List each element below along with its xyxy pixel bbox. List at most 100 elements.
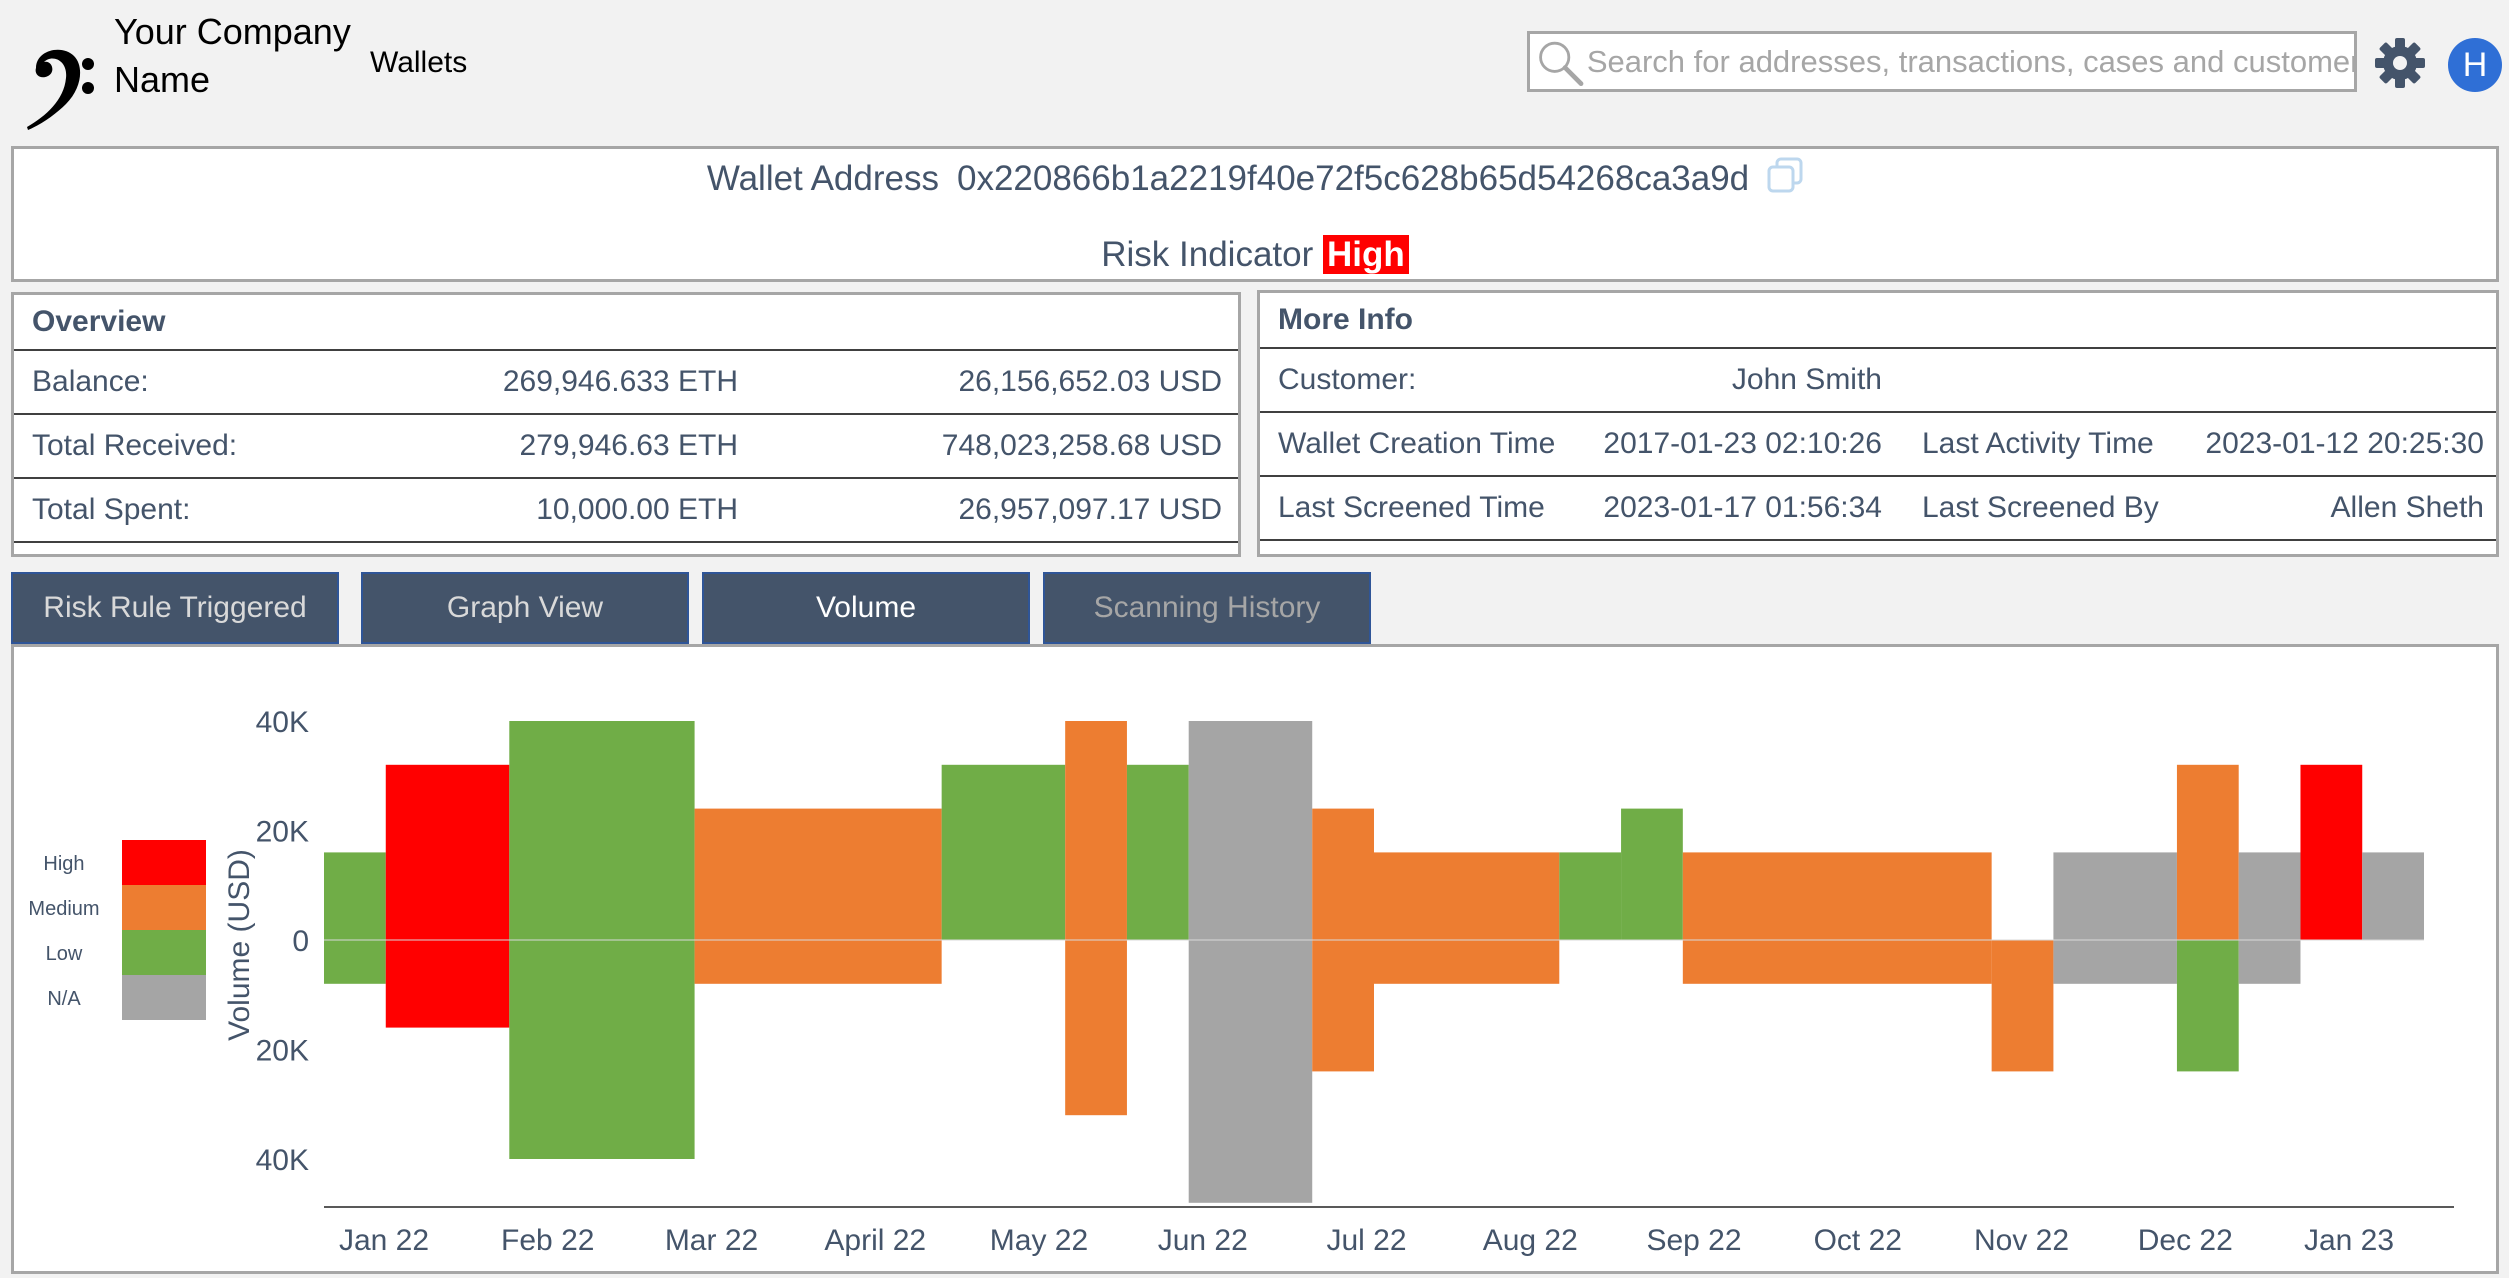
search-input[interactable]: Search for addresses, transactions, case… <box>1587 44 2354 80</box>
legend-swatch <box>122 975 206 1020</box>
search-box[interactable]: Search for addresses, transactions, case… <box>1527 31 2357 92</box>
bar-spent <box>2053 940 2177 984</box>
bar-received <box>2053 852 2177 940</box>
tab-volume[interactable]: Volume <box>702 572 1030 644</box>
legend-swatch <box>122 930 206 975</box>
bar-spent <box>1065 940 1127 1116</box>
gear-icon[interactable] <box>2373 36 2427 90</box>
bar-received <box>1065 721 1127 940</box>
tab-scanning-history[interactable]: Scanning History <box>1043 572 1371 644</box>
risk-indicator-line: Risk Indicator High <box>14 235 2496 275</box>
x-tick-label: May 22 <box>990 1224 1088 1257</box>
customer-label: Customer: <box>1278 363 1417 396</box>
y-tick-label: 0 <box>292 925 309 958</box>
bar-received <box>1312 808 1374 940</box>
bar-received <box>1374 852 1560 940</box>
bar-received <box>694 808 942 940</box>
bar-received <box>385 764 510 940</box>
bar-spent <box>1312 940 1374 1072</box>
table-row: Balance: 269,946.633 ETH 26,156,652.03 U… <box>14 351 1238 415</box>
tab-graph-view[interactable]: Graph View <box>361 572 689 644</box>
x-tick-label: Jun 22 <box>1158 1224 1248 1257</box>
y-tick-label: 20K <box>256 1035 309 1068</box>
x-tick-label: Nov 22 <box>1974 1224 2069 1257</box>
wallet-address-value: 0x220866b1a2219f40e72f5c628b65d54268ca3a… <box>956 159 1750 198</box>
row-usd: 26,957,097.17 USD <box>958 493 1222 526</box>
bar-spent <box>2176 940 2239 1072</box>
app-header: Your Company Name Wallets Search for add… <box>0 0 2509 140</box>
chart-bars <box>324 721 2424 1203</box>
bar-received <box>1126 764 1189 940</box>
bar-received <box>2238 852 2301 940</box>
copy-icon[interactable] <box>1767 157 1803 193</box>
y-axis: 40K 20K 0 20K 40K Volume (USD) <box>223 706 309 1177</box>
bar-spent <box>1682 940 1992 984</box>
bar-spent <box>1188 940 1313 1203</box>
bar-spent <box>2238 940 2301 984</box>
risk-badge: High <box>1323 235 1409 274</box>
overview-title: Overview <box>14 295 1238 351</box>
row-usd: 26,156,652.03 USD <box>958 365 1222 398</box>
table-row: Total Spent: 10,000.00 ETH 26,957,097.17… <box>14 479 1238 543</box>
last-screened-label: Last Screened Time <box>1278 491 1545 524</box>
bar-received <box>1559 852 1622 940</box>
tab-risk-rule-triggered[interactable]: Risk Rule Triggered <box>11 572 339 644</box>
logo-icon <box>27 49 94 130</box>
table-row: Last Screened Time 2023-01-17 01:56:34 L… <box>1260 477 2496 541</box>
volume-chart-panel: High Medium Low N/A 40K 20K 0 20K 40K Volume (US… <box>11 644 2499 1274</box>
bar-spent <box>1374 940 1560 984</box>
overview-card: Overview Balance: 269,946.633 ETH 26,156… <box>11 292 1241 557</box>
row-label: Total Spent: <box>32 493 191 526</box>
last-activity-label: Last Activity Time <box>1922 427 2154 460</box>
x-tick-label: April 22 <box>824 1224 926 1257</box>
nav-wallets-link[interactable]: Wallets <box>370 46 467 80</box>
y-tick-label: 40K <box>256 1144 309 1177</box>
x-axis: Jan 22 Feb 22 Mar 22 April 22 May 22 Jun 22 Ju… <box>324 1206 2454 1257</box>
row-label: Total Received: <box>32 429 238 462</box>
table-row: Total Received: 279,946.63 ETH 748,023,2… <box>14 415 1238 479</box>
last-activity-value: 2023-01-12 20:25:30 <box>2205 427 2484 460</box>
row-eth: 10,000.00 ETH <box>536 493 738 526</box>
more-info-card: More Info Customer: John Smith Wallet Cr… <box>1257 290 2499 557</box>
legend-label: Low <box>46 943 83 965</box>
bar-received <box>1682 852 1992 940</box>
bar-spent <box>694 940 942 984</box>
legend-label: N/A <box>47 988 81 1010</box>
bar-spent <box>385 940 510 1028</box>
chart-legend: High Medium Low N/A <box>28 840 206 1020</box>
screened-by-value: Allen Sheth <box>2330 491 2484 524</box>
creation-time-label: Wallet Creation Time <box>1278 427 1556 460</box>
row-label: Balance: <box>32 365 149 398</box>
bar-received <box>1188 721 1313 940</box>
wallet-address-label: Wallet Address <box>706 159 939 198</box>
volume-chart: High Medium Low N/A 40K 20K 0 20K 40K Volume (US… <box>28 706 2454 1257</box>
bar-received <box>2362 852 2424 940</box>
bar-received <box>941 764 1066 940</box>
x-tick-label: Aug 22 <box>1483 1224 1578 1257</box>
screened-by-label: Last Screened By <box>1922 491 2159 524</box>
y-tick-label: 40K <box>256 706 309 739</box>
row-eth: 269,946.633 ETH <box>502 365 738 398</box>
wallet-panel: Wallet Address 0x220866b1a2219f40e72f5c62… <box>11 146 2499 282</box>
bar-received <box>1621 808 1683 940</box>
legend-swatch <box>122 885 206 930</box>
bar-spent <box>324 940 386 984</box>
x-tick-label: Mar 22 <box>665 1224 758 1257</box>
x-tick-label: Jan 22 <box>339 1224 429 1257</box>
bar-received <box>509 721 695 940</box>
table-row: Wallet Creation Time 2017-01-23 02:10:26… <box>1260 413 2496 477</box>
x-tick-label: Dec 22 <box>2138 1224 2233 1257</box>
customer-value: John Smith <box>1731 363 1882 396</box>
wallet-address-line: Wallet Address 0x220866b1a2219f40e72f5c62… <box>14 157 2496 199</box>
x-tick-label: Jan 23 <box>2304 1224 2394 1257</box>
row-eth: 279,946.63 ETH <box>519 429 738 462</box>
bar-received <box>2176 764 2239 940</box>
x-tick-label: Sep 22 <box>1646 1224 1741 1257</box>
row-usd: 748,023,258.68 USD <box>941 429 1222 462</box>
more-info-title: More Info <box>1260 293 2496 349</box>
user-avatar[interactable]: H <box>2448 38 2502 92</box>
creation-time-value: 2017-01-23 02:10:26 <box>1603 427 1882 460</box>
company-name: Your Company Name <box>114 11 351 100</box>
y-tick-label: 20K <box>256 816 309 849</box>
search-icon <box>1539 41 1584 86</box>
